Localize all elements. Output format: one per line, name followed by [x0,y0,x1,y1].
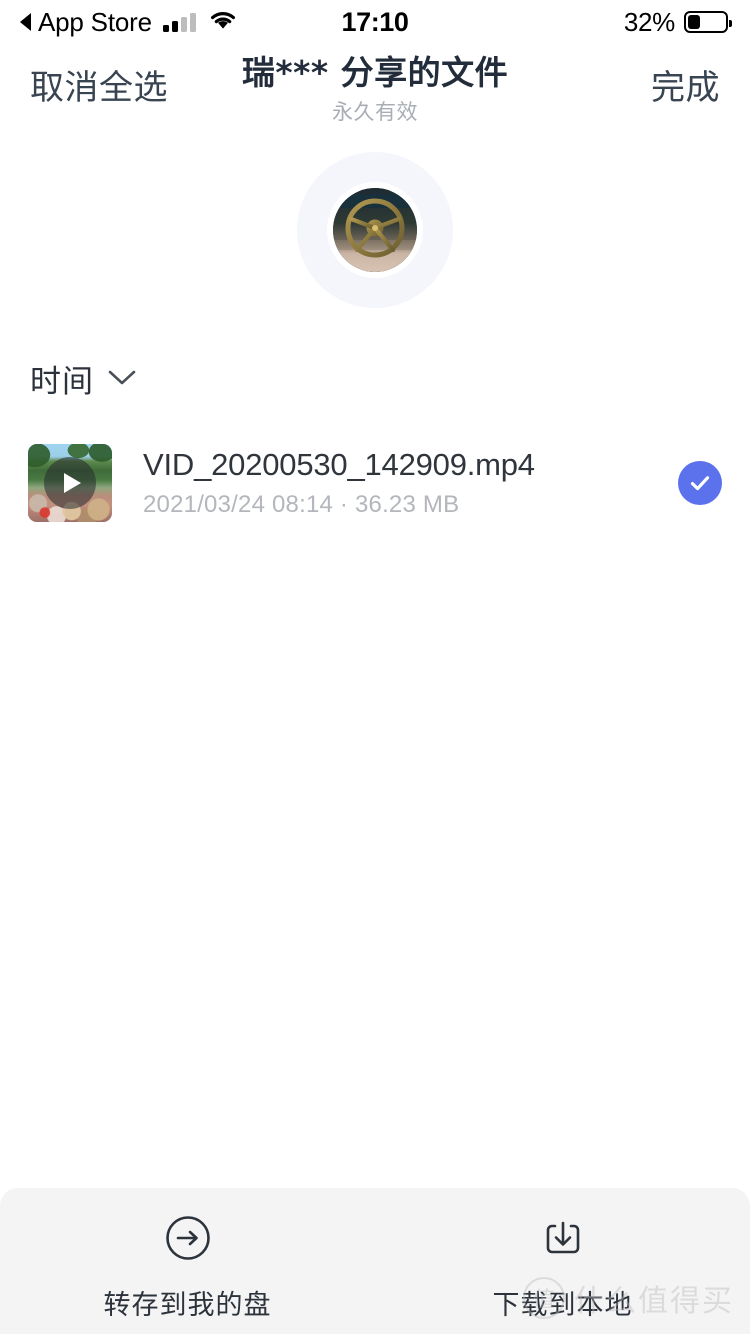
status-bar-left[interactable]: App Store [20,9,237,35]
done-button[interactable]: 完成 [651,60,720,109]
nav-title-group: 瑞*** 分享的文件 永久有效 [200,52,550,126]
avatar-halo [297,152,453,308]
wifi-icon [209,9,237,35]
file-meta: 2021/03/24 08:14 · 36.23 MB [143,491,460,519]
chevron-down-icon[interactable] [106,368,138,393]
file-select-checkbox[interactable] [678,461,722,505]
deselect-all-button[interactable]: 取消全选 [30,60,168,109]
battery-percent-label: 32% [623,6,675,37]
save-to-my-drive-label: 转存到我的盘 [103,1290,272,1321]
download-to-local-label: 下载到本地 [492,1290,633,1321]
navigation-bar: 取消全选 瑞*** 分享的文件 永久有效 完成 [0,44,750,136]
file-list: VID_20200530_142909.mp4 2021/03/24 08:14… [0,437,750,529]
play-icon[interactable] [44,457,96,509]
sort-by-time-label: 时间 [30,364,94,400]
check-icon [690,476,710,491]
avatar[interactable] [333,188,417,272]
arrow-right-circle-icon [164,1214,212,1267]
status-bar-right: 32% [623,6,732,38]
battery-fill [688,15,700,29]
page-title: 瑞*** 分享的文件 [241,53,509,92]
video-thumbnail[interactable] [28,444,112,522]
sort-by-time-header[interactable]: 时间 [30,356,138,401]
avatar-section [0,150,750,310]
back-triangle-icon[interactable] [20,13,31,31]
page-subtitle: 永久有效 [332,100,418,125]
avatar-ring [329,184,421,276]
battery-icon [684,11,732,33]
status-bar: App Store 17:10 32% [0,0,750,44]
download-to-local-button[interactable]: 下载到本地 [375,1188,750,1322]
download-icon [539,1214,587,1267]
cellular-signal-icon [162,12,196,32]
file-name: VID_20200530_142909.mp4 [143,446,535,482]
file-info: VID_20200530_142909.mp4 2021/03/24 08:14… [143,447,664,520]
table-row[interactable]: VID_20200530_142909.mp4 2021/03/24 08:14… [0,437,750,529]
return-to-app-label[interactable]: App Store [38,9,152,35]
save-to-my-drive-button[interactable]: 转存到我的盘 [0,1188,375,1322]
bottom-action-bar: 转存到我的盘 下载到本地 [0,1188,750,1334]
